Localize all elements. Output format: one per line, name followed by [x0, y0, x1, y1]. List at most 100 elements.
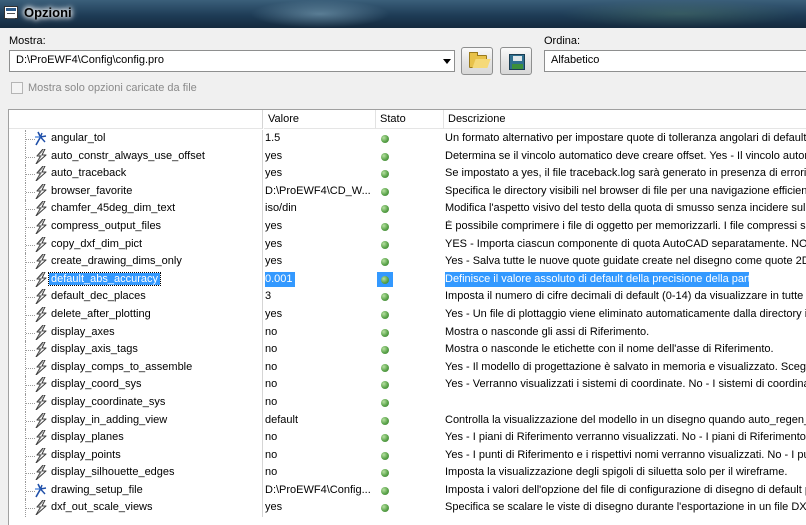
show-loaded-only-label: Mostra solo opzioni caricate da file	[28, 82, 197, 94]
option-description: Specifica le directory visibili nel brow…	[445, 184, 806, 197]
option-name[interactable]: display_planes	[51, 431, 124, 443]
option-value[interactable]: yes	[265, 308, 377, 320]
option-value[interactable]: default	[265, 414, 377, 426]
option-row[interactable]: auto_constr_always_use_offset yes Determin…	[9, 147, 806, 166]
option-row[interactable]: default_dec_places 3 Imposta il numero di …	[9, 288, 806, 306]
lightning-icon	[34, 325, 48, 340]
option-name[interactable]: default_dec_places	[51, 290, 146, 302]
option-row[interactable]: auto_traceback yes Se impostato a yes, il …	[9, 165, 806, 183]
window-title: Opzioni	[24, 5, 72, 20]
option-value[interactable]: yes	[265, 501, 377, 513]
option-name[interactable]: display_silhouette_edges	[51, 466, 175, 478]
option-value[interactable]: no	[265, 361, 377, 373]
option-value[interactable]: no	[265, 378, 377, 390]
option-value[interactable]: yes	[265, 167, 377, 179]
option-row[interactable]: copy_dxf_dim_pict yes YES - Importa ciascu…	[9, 235, 806, 254]
option-row[interactable]: delete_after_plotting yes Yes - Un file di…	[9, 305, 806, 324]
description-column-header[interactable]: Descrizione	[444, 110, 806, 129]
option-description: Yes - Il modello di progettazione è salv…	[445, 360, 806, 373]
value-column-header[interactable]: Valore	[264, 110, 376, 129]
option-name[interactable]: copy_dxf_dim_pict	[51, 238, 142, 250]
option-row[interactable]: display_comps_to_assemble no Yes - Il mode…	[9, 358, 806, 377]
star-icon	[34, 483, 48, 498]
open-folder-icon	[469, 52, 487, 68]
option-row[interactable]: display_silhouette_edges no Imposta la vis…	[9, 464, 806, 482]
show-combobox[interactable]: D:\ProEWF4\Config\config.pro	[9, 50, 455, 72]
option-row[interactable]: display_in_adding_view default Controlla l…	[9, 411, 806, 430]
option-row[interactable]: compress_output_files yes È possibile comp…	[9, 217, 806, 236]
option-name[interactable]: chamfer_45deg_dim_text	[51, 202, 175, 214]
status-dot-icon	[381, 469, 389, 478]
option-name[interactable]: display_coordinate_sys	[51, 396, 165, 408]
option-value[interactable]: yes	[265, 255, 377, 267]
option-row[interactable]: display_coord_sys no Yes - Verranno visual…	[9, 376, 806, 394]
option-value[interactable]: no	[265, 449, 377, 461]
option-value[interactable]: D:\ProEWF4\Config...	[265, 484, 377, 496]
option-name[interactable]: drawing_setup_file	[51, 484, 143, 496]
option-value[interactable]: yes	[265, 238, 377, 250]
option-row[interactable]: angular_tol 1.5 Un formato alternativo per…	[9, 130, 806, 148]
save-file-button[interactable]	[500, 47, 532, 75]
tree-cell: browser_favorite	[9, 182, 263, 201]
option-description: Yes - Salva tutte le nuove quote guidate…	[445, 255, 806, 268]
option-row[interactable]: display_axis_tags no Mostra o nasconde le …	[9, 341, 806, 359]
sort-combobox[interactable]: Alfabetico	[544, 50, 806, 72]
option-name[interactable]: angular_tol	[51, 132, 105, 144]
option-name[interactable]: display_comps_to_assemble	[51, 361, 192, 373]
option-name[interactable]: display_axis_tags	[51, 343, 138, 355]
tree-cell: display_points	[9, 446, 263, 465]
lightning-icon	[34, 395, 48, 410]
open-file-button[interactable]	[461, 47, 493, 75]
option-name[interactable]: default_abs_accuracy	[47, 271, 162, 286]
option-name[interactable]: browser_favorite	[51, 185, 132, 197]
option-value[interactable]: 1.5	[265, 132, 377, 144]
option-name[interactable]: auto_constr_always_use_offset	[51, 150, 205, 162]
option-value[interactable]: no	[265, 326, 377, 338]
option-name[interactable]: create_drawing_dims_only	[51, 255, 182, 267]
option-row[interactable]: display_planes no Yes - I piani di Riferim…	[9, 429, 806, 447]
option-row[interactable]: chamfer_45deg_dim_text iso/din Modifica l'…	[9, 200, 806, 218]
option-row[interactable]: display_points no Yes - I punti di Riferim…	[9, 446, 806, 465]
status-column-header[interactable]: Stato	[376, 110, 444, 129]
option-value[interactable]: 0.001	[265, 273, 377, 285]
option-value[interactable]: iso/din	[265, 202, 377, 214]
chevron-down-icon[interactable]	[443, 59, 451, 64]
option-value[interactable]: yes	[265, 150, 377, 162]
status-dot-icon	[381, 187, 389, 196]
option-value[interactable]: no	[265, 396, 377, 408]
option-row[interactable]: create_drawing_dims_only yes Yes - Salva t…	[9, 253, 806, 271]
option-name[interactable]: display_coord_sys	[51, 378, 142, 390]
option-name[interactable]: display_in_adding_view	[51, 414, 167, 426]
option-row[interactable]: drawing_setup_file D:\ProEWF4\Config... Im…	[9, 481, 806, 500]
tree-cell: display_axis_tags	[9, 341, 263, 359]
option-value[interactable]: D:\ProEWF4\CD_W...	[265, 185, 377, 197]
option-name[interactable]: display_axes	[51, 326, 115, 338]
option-value[interactable]: no	[265, 466, 377, 478]
lightning-icon	[34, 377, 48, 392]
option-name[interactable]: auto_traceback	[51, 167, 126, 179]
tree-cell: chamfer_45deg_dim_text	[9, 200, 263, 218]
window-icon[interactable]	[4, 6, 18, 19]
option-value[interactable]: no	[265, 431, 377, 443]
options-list[interactable]: Valore Stato Descrizione angular_tol 1.5 U…	[8, 109, 806, 525]
option-value[interactable]: 3	[265, 290, 377, 302]
option-value[interactable]: no	[265, 343, 377, 355]
title-bar: Opzioni	[0, 0, 806, 28]
show-loaded-only-checkbox[interactable]	[11, 82, 23, 94]
option-value[interactable]: yes	[265, 220, 377, 232]
option-name[interactable]: display_points	[51, 449, 121, 461]
option-name[interactable]: dxf_out_scale_views	[51, 501, 153, 513]
option-name[interactable]: compress_output_files	[51, 220, 161, 232]
lightning-icon	[34, 307, 48, 322]
option-name[interactable]: delete_after_plotting	[51, 308, 151, 320]
option-description: Imposta il numero di cifre decimali di d…	[445, 290, 806, 303]
option-row[interactable]: browser_favorite D:\ProEWF4\CD_W... Specif…	[9, 182, 806, 201]
option-row[interactable]: default_abs_accuracy 0.001 Definisce il va…	[9, 270, 806, 289]
option-description: Yes - Un file di plottaggio viene elimin…	[445, 307, 806, 320]
lightning-icon	[34, 166, 48, 181]
option-row[interactable]: display_axes no Mostra o nasconde gli assi…	[9, 323, 806, 342]
option-row[interactable]: dxf_out_scale_views yes Specifica se scala…	[9, 499, 806, 518]
option-row[interactable]: display_coordinate_sys no	[9, 393, 806, 412]
status-dot-icon	[381, 152, 389, 161]
option-description: Un formato alternativo per impostare quo…	[445, 132, 806, 144]
